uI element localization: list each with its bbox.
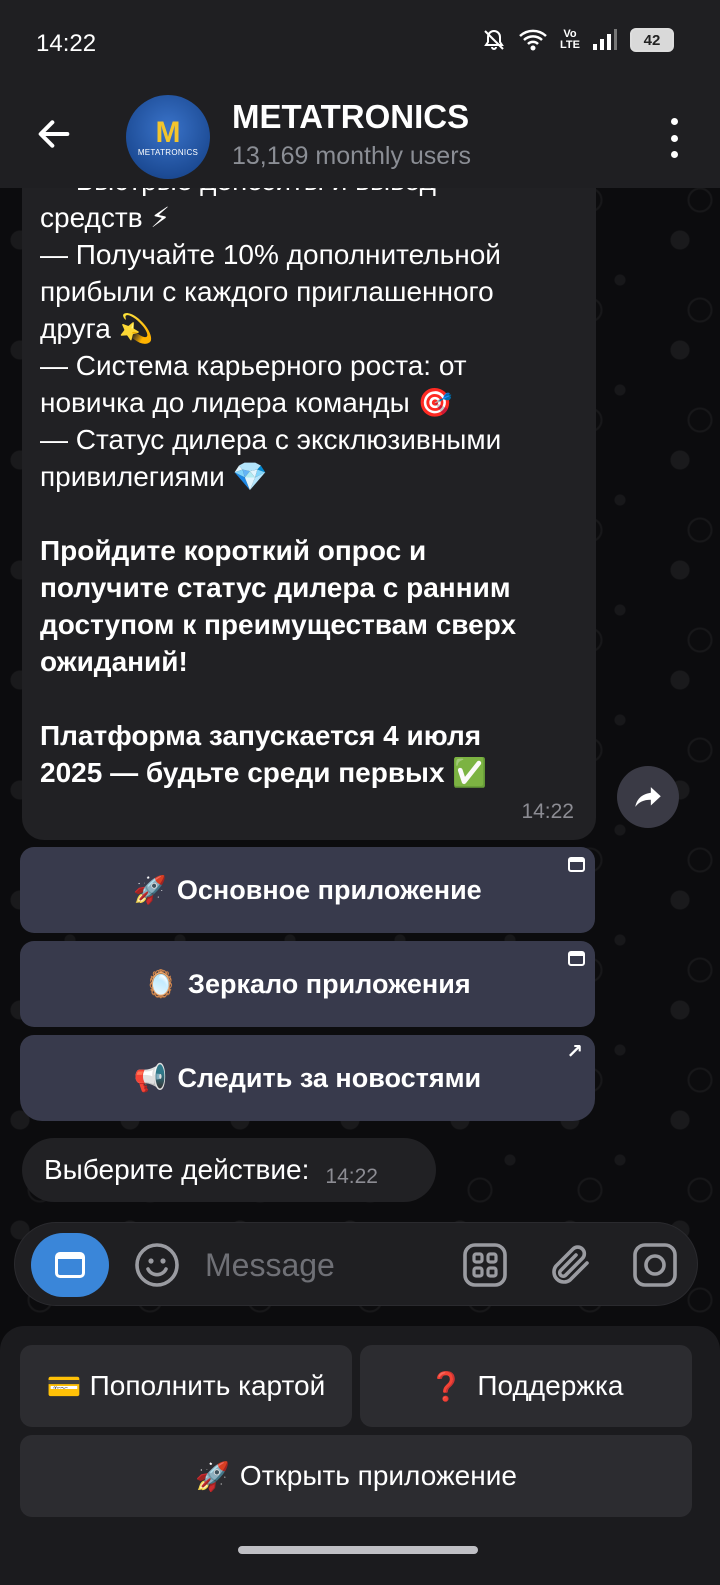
volte-icon: Vo LTE: [560, 28, 580, 51]
inline-button-label: Следить за новостями: [177, 1062, 482, 1093]
reply-button-open-app[interactable]: 🚀 Открыть приложение: [20, 1435, 692, 1517]
chat-title[interactable]: METATRONICS: [232, 98, 469, 136]
dot-icon: [670, 118, 678, 125]
prompt-message-text: Выберите действие:: [44, 1154, 310, 1185]
rocket-icon: 🚀: [195, 1460, 230, 1492]
avatar-logo-letter: M: [155, 115, 181, 149]
credit-card-icon: 💳: [46, 1370, 82, 1402]
message-bold-cta: Пройдите короткий опрос и получите стату…: [40, 535, 517, 677]
reply-button-topup-card[interactable]: 💳 Пополнить картой: [20, 1345, 352, 1427]
message-spacer: [40, 680, 578, 717]
back-button[interactable]: [34, 114, 78, 158]
inline-button-label: Основное приложение: [176, 874, 482, 905]
message-spacer: [40, 495, 578, 532]
message-input-bar: [14, 1222, 698, 1306]
reply-button-label: Пополнить картой: [89, 1370, 326, 1401]
message-bubble: — Быстрые депозиты и вывод средств ⚡ — П…: [22, 158, 596, 840]
reply-button-label: Поддержка: [477, 1370, 624, 1401]
mirror-icon: 🪞: [144, 969, 179, 999]
megaphone-icon: 📢: [133, 1063, 168, 1093]
more-menu-button[interactable]: [664, 114, 684, 162]
channel-avatar[interactable]: M METATRONICS: [126, 95, 210, 179]
inline-button-news[interactable]: 📢 Следить за новостями ↗: [20, 1035, 595, 1121]
camera-icon[interactable]: [631, 1241, 679, 1289]
signal-icon: [593, 29, 617, 50]
chat-header: M METATRONICS METATRONICS 13,169 monthly…: [0, 92, 720, 188]
message-body: — Быстрые депозиты и вывод средств ⚡ — П…: [40, 165, 502, 492]
message-time: 14:22: [521, 800, 574, 823]
reply-button-support[interactable]: ❓ Поддержка: [360, 1345, 692, 1427]
reply-button-label: Открыть приложение: [239, 1460, 517, 1491]
battery-icon: 42: [630, 28, 674, 52]
dot-icon: [670, 134, 678, 142]
bot-keyboard-toggle-button[interactable]: [31, 1233, 109, 1297]
message-input[interactable]: [205, 1239, 445, 1291]
share-icon: [635, 787, 661, 807]
wifi-icon: [519, 29, 547, 51]
message-bold-launch: Платформа запускается 4 июля 2025 — будь…: [40, 720, 488, 788]
keyboard-icon: [55, 1252, 85, 1278]
question-icon: ❓: [428, 1370, 464, 1402]
prompt-message-time: 14:22: [325, 1165, 378, 1188]
bot-commands-icon[interactable]: [461, 1241, 509, 1289]
chat-subtitle: 13,169 monthly users: [232, 142, 472, 170]
webapp-icon: [568, 951, 585, 966]
home-indicator[interactable]: [238, 1546, 478, 1554]
webapp-icon: [568, 857, 585, 872]
paperclip-icon[interactable]: [547, 1239, 595, 1291]
status-time: 14:22: [36, 30, 97, 57]
avatar-logo-text: METATRONICS: [137, 147, 199, 157]
battery-level: 42: [643, 31, 661, 49]
inline-button-mirror-app[interactable]: 🪞 Зеркало приложения: [20, 941, 595, 1027]
bell-off-icon: [484, 29, 504, 50]
inline-button-label: Зеркало приложения: [188, 968, 471, 999]
emoji-icon[interactable]: [133, 1241, 181, 1289]
share-button[interactable]: [617, 766, 679, 828]
rocket-icon: 🚀: [133, 875, 167, 905]
arrow-left-icon: [38, 120, 70, 148]
inline-button-main-app[interactable]: 🚀 Основное приложение: [20, 847, 595, 933]
prompt-message-bubble: Выберите действие: 14:22: [22, 1138, 436, 1202]
status-icons: Vo LTE 42: [482, 28, 674, 52]
dot-icon: [670, 151, 678, 158]
status-bar: 14:22 Vo LTE 42: [0, 0, 720, 92]
external-link-icon: ↗: [566, 1041, 583, 1063]
